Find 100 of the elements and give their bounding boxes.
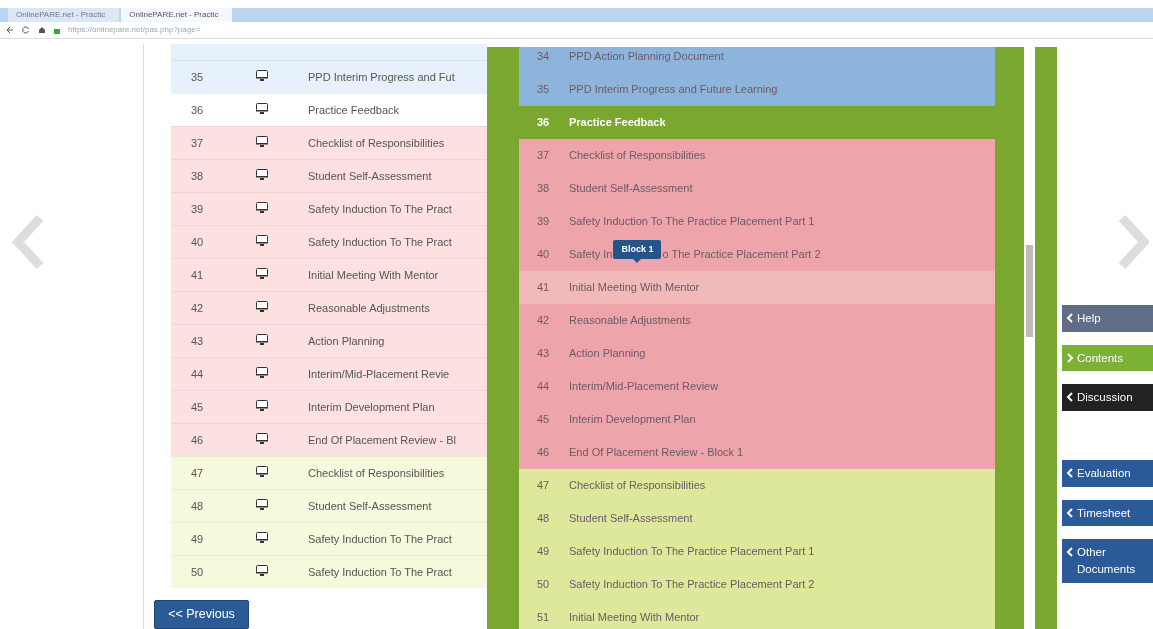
row-title: Action Planning [308, 334, 385, 349]
contents-item[interactable]: 39 Safety Induction To The Practice Placement Part 1 [519, 205, 995, 238]
scrollbar[interactable] [1024, 47, 1035, 629]
item-title: Student Self-Assessment [569, 181, 693, 197]
table-row[interactable]: 35 PPD Interim Progress and Fut [171, 60, 487, 94]
table-row[interactable]: 49 Safety Induction To The Pract [171, 522, 487, 556]
contents-item[interactable]: 41 Initial Meeting With Mentor [519, 271, 995, 304]
item-title: Checklist of Responsibilities [569, 478, 706, 494]
contents-item[interactable]: 51 Initial Meeting With Mentor [519, 601, 995, 629]
monitor-icon [256, 169, 268, 180]
monitor-icon [256, 136, 268, 147]
monitor-icon [256, 466, 268, 477]
row-number: 42 [190, 301, 205, 316]
reload-icon[interactable] [22, 26, 30, 34]
item-number: 48 [536, 511, 551, 527]
sidebar-button[interactable]: Discussion [1062, 384, 1153, 411]
item-title: Initial Meeting With Mentor [569, 280, 700, 296]
row-title: Initial Meeting With Mentor [308, 268, 439, 283]
browser-tab[interactable]: OnlinePARE.net - Practic [121, 8, 233, 22]
contents-item[interactable]: 38 Student Self-Assessment [519, 172, 995, 205]
row-title: Student Self-Assessment [308, 169, 432, 184]
contents-item[interactable]: 42 Reasonable Adjustments [519, 304, 995, 337]
back-icon[interactable] [6, 26, 14, 34]
table-row[interactable]: 45 Interim Development Plan [171, 390, 487, 424]
contents-item[interactable]: 40 Safety In Block 1 o The Practice Placement Part 2 [519, 238, 995, 271]
table-row[interactable]: 43 Action Planning [171, 324, 487, 358]
table-row[interactable]: 40 Safety Induction To The Pract [171, 225, 487, 259]
row-title: PPD Interim Progress and Fut [308, 70, 455, 85]
contents-item[interactable]: 49 Safety Induction To The Practice Placement Part 1 [519, 535, 995, 568]
table-row[interactable]: 46 End Of Placement Review - Bl [171, 423, 487, 457]
contents-item[interactable]: 46 End Of Placement Review - Block 1 [519, 436, 995, 469]
item-number: 47 [536, 478, 551, 494]
browser-tab[interactable]: OnlinePARE.net - Practic [8, 8, 120, 22]
monitor-icon [256, 499, 268, 510]
item-number: 42 [536, 313, 551, 329]
home-icon[interactable] [38, 26, 46, 34]
monitor-icon [256, 334, 268, 345]
table-row[interactable]: 39 Safety Induction To The Pract [171, 192, 487, 226]
table-row[interactable]: 44 Interim/Mid-Placement Revie [171, 357, 487, 391]
table-row[interactable]: 41 Initial Meeting With Mentor [171, 258, 487, 292]
contents-item[interactable]: 47 Checklist of Responsibilities [519, 469, 995, 502]
contents-item[interactable]: 45 Interim Development Plan [519, 403, 995, 436]
row-title: Student Self-Assessment [308, 499, 432, 514]
item-title: Checklist of Responsibilities [569, 148, 706, 164]
table-row[interactable]: 48 Student Self-Assessment [171, 489, 487, 523]
item-number: 37 [536, 148, 551, 164]
monitor-icon [256, 400, 268, 411]
contents-item[interactable]: 50 Safety Induction To The Practice Placement Part 2 [519, 568, 995, 601]
row-title: Checklist of Responsibilities [308, 136, 445, 151]
sidebar-button[interactable]: Other Documents [1062, 539, 1153, 583]
table-row[interactable]: 50 Safety Induction To The Pract [171, 555, 487, 589]
row-number: 44 [190, 367, 205, 382]
row-number: 36 [190, 103, 205, 118]
row-title: Checklist of Responsibilities [308, 466, 445, 481]
sidebar-button[interactable]: Help [1062, 305, 1153, 332]
item-number: 35 [536, 82, 551, 98]
contents-item[interactable]: 37 Checklist of Responsibilities [519, 139, 995, 172]
item-title: Reasonable Adjustments [569, 313, 691, 329]
row-title: Safety Induction To The Pract [308, 202, 452, 217]
table-row[interactable]: 42 Reasonable Adjustments [171, 291, 487, 325]
row-title: Safety Induction To The Pract [308, 565, 452, 580]
chevron-left-icon [1066, 468, 1074, 478]
item-number: 39 [536, 214, 551, 230]
item-title: Student Self-Assessment [569, 511, 693, 527]
row-number: 37 [190, 136, 205, 151]
table-row[interactable]: 37 Checklist of Responsibilities [171, 126, 487, 160]
chevron-left-icon [1066, 547, 1074, 558]
item-title: End Of Placement Review - Block 1 [569, 445, 744, 461]
item-title: Safety Induction To The Practice Placement Part 1 [569, 214, 815, 230]
sidebar-button[interactable]: Timesheet [1062, 499, 1153, 527]
table-row[interactable]: 38 Student Self-Assessment [171, 159, 487, 193]
item-title: o The Practice Placement Part 2 [662, 247, 821, 263]
contents-item[interactable]: 43 Action Planning [519, 337, 995, 370]
previous-button[interactable]: << Previous [154, 600, 249, 629]
table-row[interactable]: 47 Checklist of Responsibilities [171, 456, 487, 490]
monitor-icon [256, 235, 268, 246]
sidebar-button[interactable]: Evaluation [1062, 460, 1153, 487]
row-number: 46 [190, 433, 205, 448]
item-number: 50 [536, 577, 551, 593]
contents-item[interactable]: 48 Student Self-Assessment [519, 502, 995, 535]
item-title: PPD Interim Progress and Future Learning [569, 82, 778, 98]
chevron-right-icon [1066, 352, 1074, 363]
monitor-icon [256, 367, 268, 378]
item-title: Initial Meeting With Mentor [569, 610, 700, 626]
contents-item[interactable]: 44 Interim/Mid-Placement Review [519, 370, 995, 403]
chevron-left-icon [1066, 313, 1074, 323]
item-title: Safety Induction To The Practice Placement Part 1 [569, 544, 815, 560]
item-title: Safety In [569, 247, 613, 263]
row-number: 38 [190, 169, 205, 184]
item-number: 49 [536, 544, 551, 560]
monitor-icon [256, 268, 268, 279]
row-title: Practice Feedback [308, 103, 400, 118]
chevron-left-icon [1066, 507, 1074, 518]
item-number: 36 [536, 115, 551, 131]
row-title: Interim Development Plan [308, 400, 435, 415]
row-number: 43 [190, 334, 205, 349]
item-number: 38 [536, 181, 551, 197]
item-number: 44 [536, 379, 551, 395]
item-number: 40 [536, 247, 551, 263]
monitor-icon [256, 532, 268, 543]
